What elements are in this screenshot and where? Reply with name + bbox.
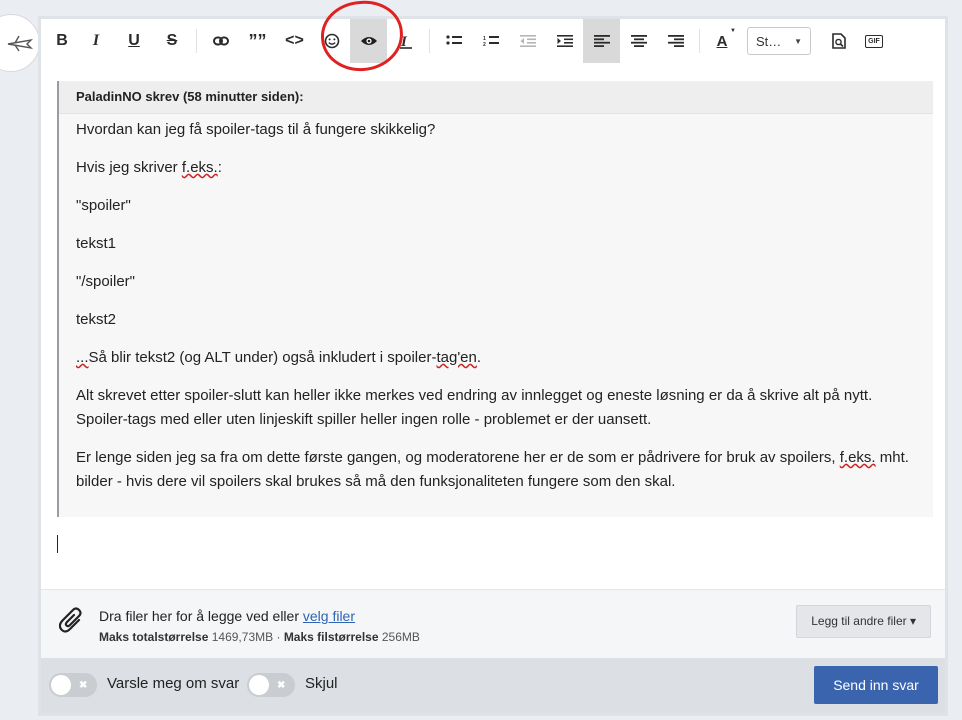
choose-files-link[interactable]: velg filer <box>303 608 355 624</box>
spellcheck-word[interactable]: f.eks. <box>182 159 218 176</box>
quoted-post: PaladinNO skrev (58 minutter siden): Hvo… <box>57 81 933 517</box>
font-color-dropdown-icon: ▼ <box>730 28 736 34</box>
quote-paragraph: Hvis jeg skriver f.eks.: <box>76 156 916 180</box>
code-icon: <> <box>285 32 304 49</box>
reply-editor: B I U S ”” <> I 12 A ▼ St… ▼ GIF Paladin… <box>38 16 948 716</box>
align-center-icon <box>630 35 647 47</box>
quote-paragraph: Hvordan kan jeg få spoiler-tags til å fu… <box>76 121 436 138</box>
quote-paragraph: tekst2 <box>76 311 117 328</box>
quote-text: : <box>217 159 222 176</box>
toggle-off-icon: ✖ <box>277 679 286 691</box>
quote-paragraph: tekst1 <box>76 235 117 252</box>
emoji-button[interactable] <box>313 19 350 63</box>
gif-icon: GIF <box>865 34 883 48</box>
spellcheck-word[interactable]: f.eks. <box>840 449 876 466</box>
numbered-list-icon: 12 <box>483 36 499 47</box>
underline-icon: U <box>128 32 140 49</box>
quote-paragraph: Er lenge siden jeg sa fra om dette først… <box>76 446 916 494</box>
font-color-icon: A <box>716 32 728 50</box>
outdent-icon <box>519 35 536 47</box>
quote-text: . <box>476 349 482 366</box>
align-center-button[interactable] <box>620 19 657 63</box>
dropzone-label: Dra filer her for å legge ved eller <box>99 608 303 624</box>
link-icon <box>212 36 229 46</box>
bullet-list-icon <box>445 35 462 45</box>
font-color-button[interactable]: A ▼ <box>705 19 739 63</box>
bullet-list-button[interactable] <box>435 19 472 63</box>
preview-icon <box>832 33 846 49</box>
spoiler-button[interactable] <box>350 19 387 63</box>
italic-button[interactable]: I <box>77 19 115 63</box>
spellcheck-word[interactable]: ... <box>76 349 89 366</box>
indent-icon <box>556 35 573 47</box>
dropzone-text: Dra filer her for å legge ved eller velg… <box>99 608 355 624</box>
toolbar-divider <box>196 29 197 53</box>
preview-button[interactable] <box>819 19 859 63</box>
paragraph-style-select[interactable]: St… ▼ <box>747 27 811 55</box>
hide-toggle[interactable]: ✖ <box>247 673 295 697</box>
total-size-label: Maks totalstørrelse <box>99 630 209 644</box>
italic-icon: I <box>92 32 100 49</box>
file-size-label: Maks filstørrelse <box>283 630 379 644</box>
svg-text:2: 2 <box>483 42 486 47</box>
text-cursor[interactable] <box>57 535 58 553</box>
toggle-off-icon: ✖ <box>79 679 88 691</box>
link-button[interactable] <box>202 19 239 63</box>
add-other-files-button[interactable]: Legg til andre filer ▾ <box>796 605 931 638</box>
quote-icon: ”” <box>248 30 267 51</box>
quote-body: Hvordan kan jeg få spoiler-tags til å fu… <box>59 114 933 494</box>
gif-button[interactable]: GIF <box>859 19 889 63</box>
style-select-value: St… <box>756 33 782 49</box>
align-right-button[interactable] <box>657 19 694 63</box>
quote-paragraph: "spoiler" <box>76 197 131 214</box>
strikethrough-button[interactable]: S <box>153 19 191 63</box>
quote-button[interactable]: ”” <box>239 19 276 63</box>
reply-footer: ✖ Varsle meg om svar ✖ Skjul Send inn sv… <box>41 658 945 713</box>
paperclip-icon <box>59 607 82 633</box>
indent-button[interactable] <box>546 19 583 63</box>
bold-button[interactable]: B <box>47 19 77 63</box>
quote-paragraph: "/spoiler" <box>76 273 136 290</box>
toolbar-divider <box>429 29 430 53</box>
total-size-value: 1469,73MB <box>211 630 274 644</box>
quote-paragraph: Alt skrevet etter spoiler-slutt kan hell… <box>76 387 873 428</box>
remove-format-icon: I <box>399 34 412 49</box>
editor-toolbar: B I U S ”” <> I 12 A ▼ St… ▼ GIF <box>41 19 945 63</box>
toolbar-divider <box>699 29 700 53</box>
toggle-knob <box>249 675 269 695</box>
limits-separator: · <box>276 630 281 644</box>
spellcheck-word[interactable]: tag'en <box>436 349 476 366</box>
outdent-button[interactable] <box>509 19 546 63</box>
hide-label: Skjul <box>305 675 338 692</box>
align-right-icon <box>667 35 684 47</box>
toggle-knob <box>51 675 71 695</box>
code-button[interactable]: <> <box>276 19 313 63</box>
clear-format-button[interactable]: I <box>387 19 424 63</box>
send-reply-button[interactable]: Send inn svar <box>814 666 938 704</box>
attachment-dropzone[interactable]: Dra filer her for å legge ved eller velg… <box>41 589 945 662</box>
quote-paragraph: ...Så blir tekst2 (og ALT under) også in… <box>76 346 916 370</box>
quote-text: Så blir tekst2 (og ALT under) også inklu… <box>88 349 437 366</box>
smiley-icon <box>324 33 339 49</box>
align-left-button[interactable] <box>583 19 620 63</box>
quote-text: Er lenge siden jeg sa fra om dette først… <box>76 449 840 466</box>
file-limits: Maks totalstørrelse 1469,73MB · Maks fil… <box>99 630 420 644</box>
bold-icon: B <box>56 32 68 49</box>
svg-text:I: I <box>400 34 408 49</box>
quote-author-header: PaladinNO skrev (58 minutter siden): <box>59 81 933 114</box>
chevron-down-icon: ▼ <box>794 36 802 46</box>
user-avatar[interactable] <box>0 14 40 72</box>
notify-label: Varsle meg om svar <box>107 675 240 692</box>
avatar-airplane-icon <box>7 35 33 52</box>
file-size-value: 256MB <box>381 630 420 644</box>
underline-button[interactable]: U <box>115 19 153 63</box>
notify-toggle[interactable]: ✖ <box>49 673 97 697</box>
strikethrough-icon: S <box>166 32 178 49</box>
quote-text: Hvis jeg skriver <box>76 159 182 176</box>
numbered-list-button[interactable]: 12 <box>472 19 509 63</box>
align-left-icon <box>593 35 610 47</box>
eye-icon <box>360 37 377 45</box>
